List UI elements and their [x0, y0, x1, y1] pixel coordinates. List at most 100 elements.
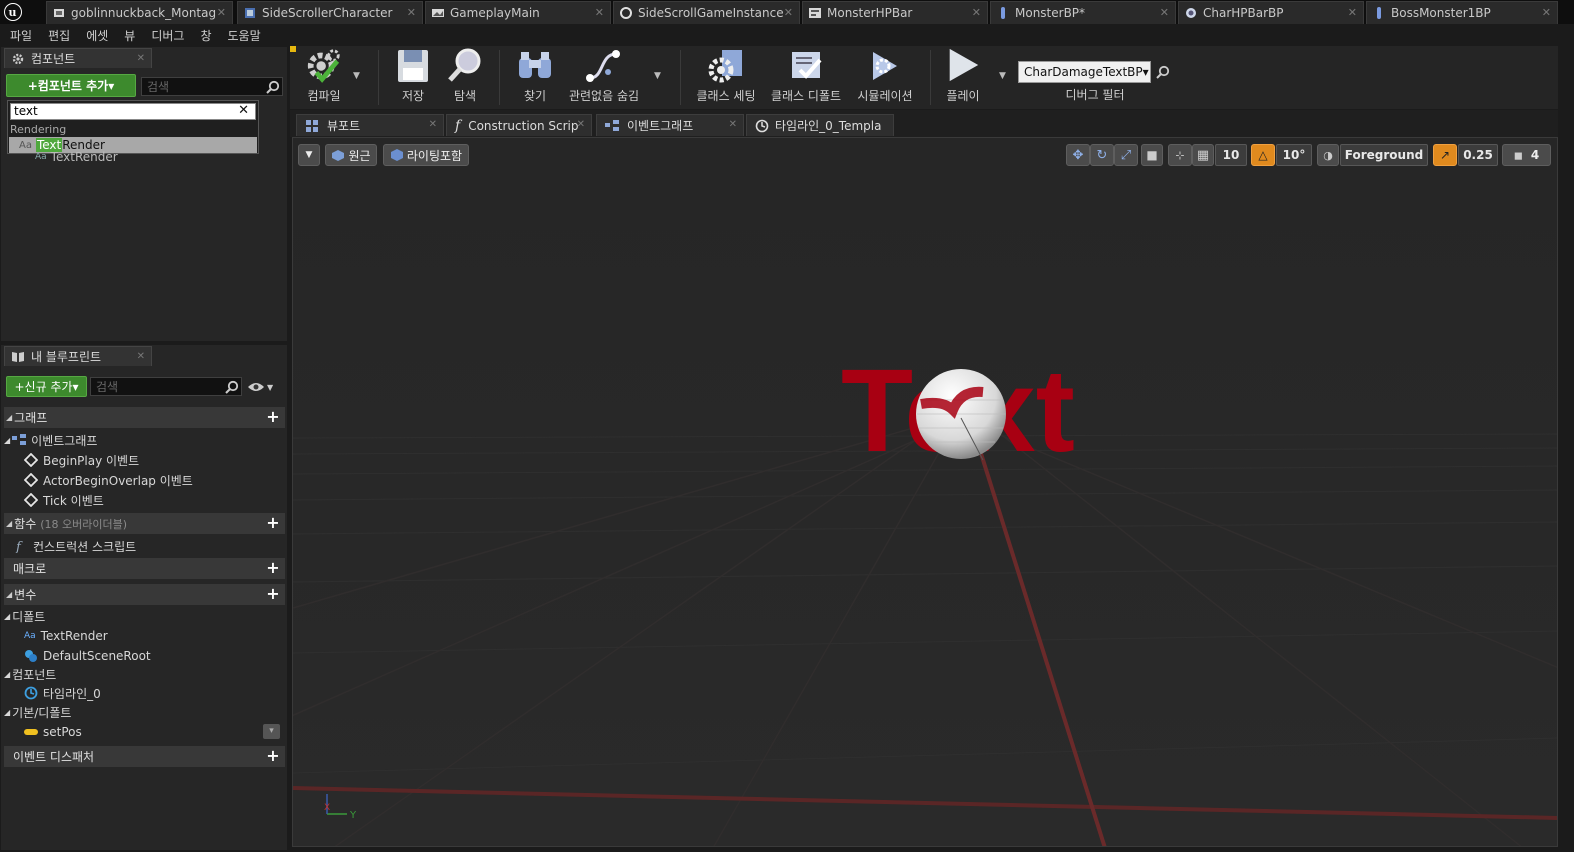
viewport-options-button[interactable]: ▼ — [298, 144, 320, 166]
add-macro-button[interactable]: + — [265, 560, 281, 576]
rotation-snap-value[interactable]: 10° — [1276, 144, 1312, 166]
rotation-snap-toggle[interactable]: △ — [1251, 144, 1275, 166]
tree-item-variable[interactable]: setPos — [24, 722, 82, 742]
tree-item-variable[interactable]: DefaultSceneRoot — [24, 646, 151, 666]
close-icon[interactable]: ✕ — [784, 6, 793, 19]
surface-snap-button[interactable]: ⊹ — [1168, 144, 1192, 166]
add-function-button[interactable]: + — [265, 515, 281, 531]
close-icon[interactable]: ✕ — [1542, 6, 1551, 19]
tree-item-event[interactable]: ActorBeginOverlap 이벤트 — [24, 470, 193, 490]
tree-item-event[interactable]: Tick 이벤트 — [24, 490, 104, 510]
camera-speed-button[interactable]: ◼ 4 — [1502, 144, 1551, 166]
my-blueprint-panel-tab[interactable]: 내 블루프린트 ✕ — [4, 346, 152, 366]
close-icon[interactable]: ✕ — [137, 53, 145, 64]
view-options-button[interactable]: ▼ — [247, 378, 277, 396]
section-macros[interactable]: 매크로 + — [4, 558, 285, 579]
add-dispatcher-button[interactable]: + — [265, 748, 281, 764]
translate-mode-button[interactable]: ✥ — [1066, 144, 1090, 166]
blueprint-search-input[interactable]: 검색 — [90, 377, 242, 396]
menu-asset[interactable]: 에셋 — [86, 27, 108, 44]
tree-item-variable[interactable]: Aa TextRender — [24, 626, 108, 646]
menu-help[interactable]: 도움말 — [228, 27, 261, 44]
close-icon[interactable]: ✕ — [217, 6, 226, 19]
viewport-canvas[interactable]: Text X Y ▼ 원근 라이팅포함 ✥ ↻ ⤢ ■ ⊹ ▦ 10 △ 10°… — [292, 137, 1558, 847]
close-icon[interactable]: ✕ — [729, 119, 737, 130]
tab-event-graph[interactable]: 이벤트그래프 ✕ — [596, 114, 744, 136]
tree-category-components[interactable]: ◢ 컴포넌트 — [4, 664, 56, 684]
menu-debug[interactable]: 디버그 — [151, 27, 184, 44]
menu-file[interactable]: 파일 — [10, 27, 32, 44]
tree-category-basic-defaults[interactable]: ◢ 기본/디폴트 — [4, 702, 71, 722]
tree-item-event-graph[interactable]: ◢ 이벤트그래프 — [4, 430, 97, 450]
components-panel-tab[interactable]: 컴포넌트 ✕ — [4, 48, 152, 68]
tab-construction-script[interactable]: f Construction Scrip ✕ — [446, 114, 592, 136]
tab-doc-4[interactable]: MonsterHPBar ✕ — [802, 1, 988, 24]
section-variables[interactable]: ◢ 변수 + — [4, 584, 285, 605]
menu-edit[interactable]: 편집 — [48, 27, 70, 44]
section-graphs[interactable]: ◢ 그래프 + — [4, 407, 285, 428]
lighting-mode-button[interactable]: 라이팅포함 — [383, 144, 469, 166]
section-event-dispatchers[interactable]: 이벤트 디스패처 + — [4, 746, 285, 767]
tree-item-construction-script[interactable]: f 컨스트럭션 스크립트 — [14, 536, 136, 556]
perspective-button[interactable]: 원근 — [325, 144, 377, 166]
save-button[interactable]: 저장 — [390, 46, 436, 109]
compile-button[interactable]: 컴파일 — [296, 46, 352, 109]
add-new-button[interactable]: +신규 추가▾ — [6, 376, 87, 397]
add-graph-button[interactable]: + — [265, 409, 281, 425]
close-icon[interactable]: ✕ — [1160, 6, 1169, 19]
text-render-icon: Aa — [19, 139, 32, 151]
add-component-button[interactable]: +컴포넌트 추가▾ — [6, 74, 136, 97]
clear-icon[interactable]: ✕ — [238, 103, 249, 118]
chevron-down-icon[interactable]: ▼ — [999, 71, 1006, 81]
find-button[interactable]: 찾기 — [510, 46, 560, 109]
menu-window[interactable]: 창 — [200, 27, 211, 44]
tree-item-event[interactable]: BeginPlay 이벤트 — [24, 450, 139, 470]
tab-viewport[interactable]: 뷰포트 ✕ — [296, 114, 444, 136]
close-icon[interactable]: ✕ — [407, 6, 416, 19]
tab-timeline[interactable]: 타임라인_0_Templa — [746, 114, 894, 136]
close-icon[interactable]: ✕ — [137, 351, 145, 362]
close-icon[interactable]: ✕ — [429, 119, 437, 130]
grid-snap-toggle[interactable]: ▦ — [1192, 144, 1214, 166]
layer-select[interactable]: Foreground — [1340, 144, 1428, 166]
close-icon[interactable]: ✕ — [1348, 6, 1357, 19]
simulation-button[interactable]: 시뮬레이션 — [852, 46, 918, 109]
visibility-toggle-icon[interactable]: ▾ — [263, 724, 280, 739]
tab-doc-0[interactable]: goblinnuckback_Montag ✕ — [46, 1, 233, 24]
chevron-down-icon[interactable]: ▼ — [353, 71, 360, 81]
scale-snap-value[interactable]: 0.25 — [1458, 144, 1498, 166]
tab-doc-3[interactable]: SideScrollGameInstance ✕ — [613, 1, 800, 24]
browse-button[interactable]: 탐색 — [440, 46, 490, 109]
play-button[interactable]: 플레이 — [938, 46, 988, 109]
scale-mode-button[interactable]: ⤢ — [1114, 144, 1138, 166]
close-icon[interactable]: ✕ — [595, 6, 604, 19]
chevron-down-icon[interactable]: ▼ — [654, 71, 661, 81]
menu-view[interactable]: 뷰 — [124, 27, 135, 44]
grid-snap-value[interactable]: 10 — [1215, 144, 1247, 166]
tab-doc-6[interactable]: CharHPBarBP ✕ — [1178, 1, 1364, 24]
class-defaults-button[interactable]: 클래스 디폴트 — [768, 46, 844, 109]
rotate-mode-button[interactable]: ↻ — [1090, 144, 1114, 166]
tab-doc-7[interactable]: BossMonster1BP ✕ — [1366, 1, 1558, 24]
tree-item-textrender[interactable]: Aa TextRender — [35, 150, 118, 164]
tree-item-variable[interactable]: 타임라인_0 — [24, 683, 101, 703]
layer-toggle[interactable]: ◑ — [1317, 144, 1339, 166]
section-functions[interactable]: ◢ 함수 (18 오버라이더블) + — [4, 513, 285, 534]
tab-doc-5[interactable]: MonsterBP* ✕ — [990, 1, 1176, 24]
add-variable-button[interactable]: + — [265, 586, 281, 602]
unreal-logo-icon[interactable]: u — [0, 0, 26, 24]
tree-category-defaults[interactable]: ◢ 디폴트 — [4, 606, 45, 626]
close-icon[interactable]: ✕ — [577, 119, 585, 130]
debug-object-select[interactable]: CharDamageTextBP▾ — [1018, 61, 1151, 83]
component-filter-input[interactable]: text ✕ — [10, 103, 256, 120]
cube-icon: ■ — [1146, 148, 1158, 162]
close-icon[interactable]: ✕ — [972, 6, 981, 19]
world-local-toggle[interactable]: ■ — [1141, 144, 1163, 166]
scale-snap-toggle[interactable]: ↗ — [1433, 144, 1457, 166]
hide-unrelated-button[interactable]: 관련없음 숨김 — [564, 46, 644, 109]
tab-doc-1[interactable]: SideScrollerCharacter ✕ — [237, 1, 423, 24]
tab-doc-2[interactable]: GameplayMain ✕ — [425, 1, 611, 24]
components-search-input[interactable]: 검색 — [141, 77, 283, 96]
class-settings-button[interactable]: 클래스 세팅 — [692, 46, 760, 109]
search-icon[interactable] — [1156, 65, 1170, 79]
